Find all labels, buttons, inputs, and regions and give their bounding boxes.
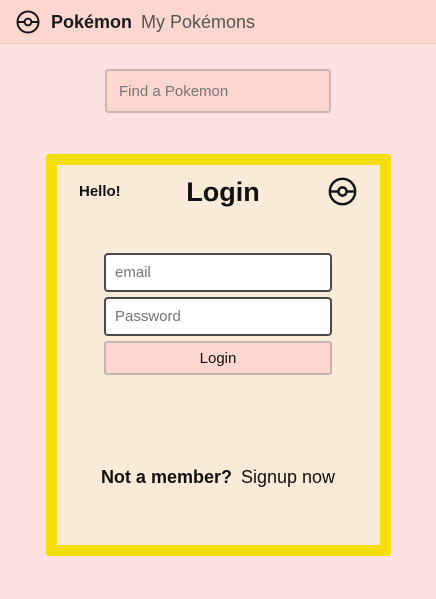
login-button[interactable]: Login — [104, 341, 332, 375]
signup-link[interactable]: Signup now — [241, 467, 335, 487]
search-input[interactable] — [105, 69, 331, 113]
pokeball-icon[interactable] — [16, 10, 40, 34]
login-title: Login — [186, 177, 260, 207]
pokeball-icon — [328, 177, 357, 206]
brand-link[interactable]: Pokémon — [51, 11, 132, 33]
nav-link-my-pokemons[interactable]: My Pokémons — [141, 11, 255, 33]
email-field[interactable] — [104, 253, 332, 292]
top-navbar: Pokémon My Pokémons — [0, 0, 436, 44]
signup-prompt: Not a member? Signup now — [0, 466, 436, 488]
not-member-text: Not a member? — [100, 467, 232, 487]
password-field[interactable] — [104, 297, 332, 336]
